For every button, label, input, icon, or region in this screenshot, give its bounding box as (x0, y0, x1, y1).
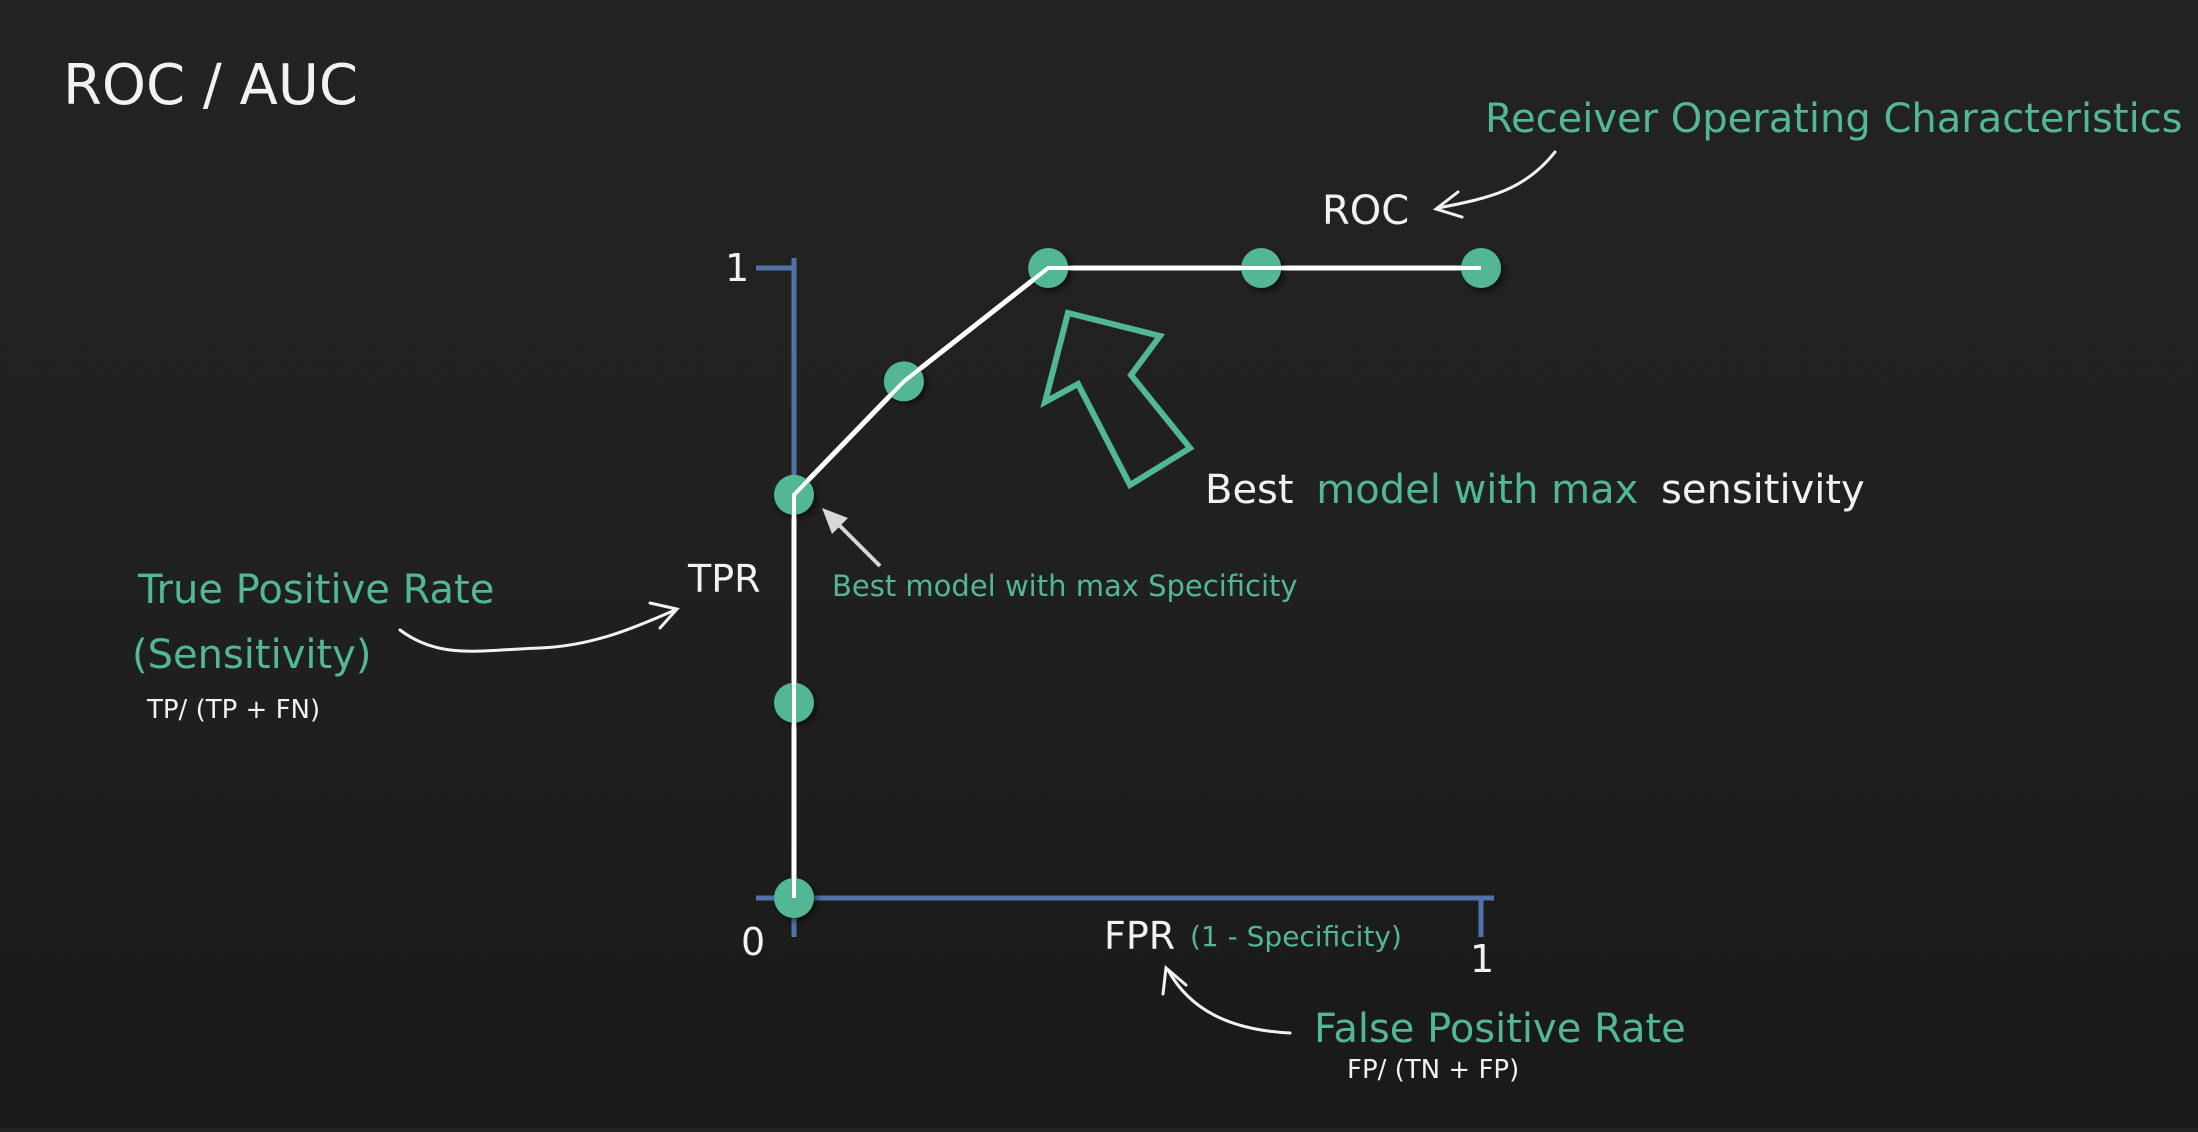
fpr-full-name: False Positive Rate (1314, 1006, 1686, 1052)
y-tick-label-1: 1 (725, 246, 749, 290)
roc-arrow (1432, 150, 1557, 219)
sensitivity-big-arrow (1040, 309, 1195, 490)
x-tick-label-1: 1 (1470, 937, 1494, 981)
best-sensitivity-word-end: sensitivity (1661, 467, 1865, 513)
tpr-sensitivity: (Sensitivity) (132, 632, 371, 678)
fpr-arrow (1161, 965, 1292, 1035)
x-axis-label-note: (1 - Specificity) (1190, 920, 1402, 953)
chart-title: ROC (1322, 188, 1409, 234)
specificity-arrow (822, 508, 882, 568)
y-axis-label: TPR (687, 557, 761, 601)
x-axis-label: FPR (1104, 914, 1175, 958)
x-tick-label-0: 0 (741, 920, 765, 964)
best-sensitivity-word-mid: model with max (1316, 467, 1638, 513)
slide-title: ROC / AUC (63, 53, 358, 118)
best-specificity-label: Best model with max Specificity (832, 569, 1298, 603)
best-sensitivity-word-best: Best (1205, 467, 1294, 513)
roc-full-name: Receiver Operating Characteristics (1485, 96, 2183, 142)
fpr-formula: FP/ (TN + FP) (1347, 1055, 1519, 1085)
slide: ROC / AUC 1 0 1 TPR FPR (1 - Specificity… (0, 0, 2198, 1128)
tpr-formula: TP/ (TP + FN) (146, 695, 320, 725)
roc-chart: ROC / AUC 1 0 1 TPR FPR (1 - Specificity… (63, 53, 2183, 1085)
tpr-full-name: True Positive Rate (137, 567, 494, 613)
best-sensitivity-label: Best model with max sensitivity (1205, 467, 1865, 513)
